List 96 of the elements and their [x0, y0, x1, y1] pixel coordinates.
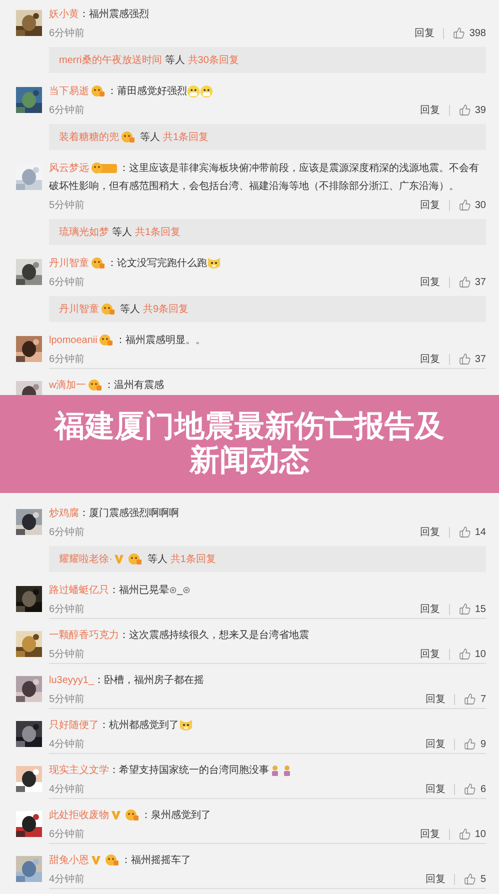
reply-user-link[interactable]: 耀耀啦老徐· [59, 552, 112, 566]
reply-link[interactable]: 回复 [420, 102, 440, 118]
reply-link[interactable]: 回复 [420, 646, 440, 662]
timestamp: 4分钟前 [49, 872, 85, 886]
username-link[interactable]: 炒鸡腐 [49, 508, 79, 519]
reply-link[interactable]: 回复 [425, 782, 446, 796]
like-count: 15 [474, 602, 486, 616]
comment-text: 路过蟠蜓亿只：福州已晃晕⊙_⊙ [49, 584, 192, 598]
timestamp: 6分钟前 [49, 104, 85, 118]
like-icon[interactable] [458, 199, 471, 211]
like-count: 9 [480, 738, 486, 752]
username-link[interactable]: 路过蟠蜓亿只 [49, 585, 109, 596]
reply-others-text: 等人 [112, 226, 132, 240]
username-link[interactable]: w滴加一 [49, 380, 86, 391]
reply-link[interactable]: 回复 [420, 352, 440, 366]
like-count: 398 [469, 26, 486, 40]
reply-count-link[interactable]: 共1条回复 [163, 130, 209, 144]
reply-count-link[interactable]: 共30条回复 [188, 52, 239, 68]
like-icon[interactable] [464, 738, 476, 750]
username-link[interactable]: 只好随便了 [49, 720, 99, 731]
banner-title: 福建厦门地震最新伤亡报告及新闻动态 [52, 410, 446, 478]
like-count: 39 [474, 104, 486, 118]
like-icon[interactable] [458, 603, 471, 615]
timestamp: 6分钟前 [49, 352, 85, 366]
comment-text: 此处拒收废物 ：泉州感觉到了 [49, 808, 212, 824]
like-icon[interactable] [453, 27, 466, 39]
timestamp: 5分钟前 [49, 692, 85, 706]
username-link[interactable]: 此处拒收废物 [49, 810, 109, 821]
like-icon[interactable] [458, 648, 471, 660]
comment-text: w滴加一 ：温州有震感 [49, 378, 166, 394]
like-count: 37 [474, 352, 486, 366]
reply-user-link[interactable]: merri桑的午夜放送时间 [59, 52, 162, 68]
timestamp: 4分钟前 [49, 738, 85, 752]
reply-others-text: 等人 [164, 54, 185, 68]
reply-link[interactable]: 回复 [425, 872, 446, 886]
reply-others-text: 等人 [120, 302, 140, 316]
like-count: 37 [474, 276, 486, 290]
like-icon[interactable] [458, 828, 471, 840]
comment-text: 丹川智童 ：论文没写完跑什么跑 [49, 255, 486, 273]
like-count: 6 [480, 782, 486, 796]
comment-text: 风云梦远 ：这里应该是菲律宾海板块俯冲带前段，应该是震源深度稍深的浅源地震。不会有破坏性影响，但有感范围稍大，会包括台湾、福建沿海等地（不排除部分浙江、广东沿海）。 [49, 161, 480, 194]
timestamp: 6分钟前 [49, 276, 85, 290]
like-count: 30 [474, 198, 486, 212]
reply-others-text: 等人 [140, 130, 160, 144]
reply-link[interactable]: 回复 [420, 524, 440, 540]
username-link[interactable]: 风云梦远 [49, 163, 89, 174]
like-count: 10 [474, 828, 486, 842]
comment-text: 炒鸡腐：厦门震感强烈啊啊啊 [49, 506, 180, 521]
reply-link[interactable]: 回复 [420, 602, 440, 616]
timestamp: 6分钟前 [49, 602, 85, 616]
comment-text: 妖小黄：福州震感强烈 [49, 8, 150, 22]
like-count: 10 [474, 648, 486, 662]
like-icon[interactable] [464, 693, 476, 705]
timestamp: 6分钟前 [49, 526, 85, 540]
comment-text: lu3eyyy1_：卧槽，福州房子都在摇 [49, 674, 206, 688]
reply-link[interactable]: 回复 [425, 692, 446, 706]
reply-link[interactable]: 回复 [420, 198, 440, 212]
timestamp: 4分钟前 [49, 782, 85, 796]
comment-text: 一颗醇香巧克力：这次震感持续很久，想来又是台湾省地震 [49, 628, 310, 643]
reply-user-link[interactable]: 丹川智童 [59, 302, 99, 316]
like-icon[interactable] [464, 873, 476, 885]
comment-text: 现实主义文学：希望支持国家统一的台湾同胞没事 [49, 762, 486, 780]
like-icon[interactable] [458, 526, 471, 538]
username-link[interactable]: lu3eyyy1_ [49, 675, 94, 686]
timestamp: 5分钟前 [49, 198, 85, 212]
like-count: 14 [474, 526, 486, 540]
reply-user-link[interactable]: 琉璃光如梦 [59, 224, 109, 240]
username-link[interactable]: 妖小黄 [49, 9, 79, 20]
like-count: 7 [480, 692, 486, 706]
like-icon[interactable] [458, 104, 471, 116]
timestamp: 5分钟前 [49, 648, 85, 662]
username-link[interactable]: 一颗醇香巧克力 [49, 630, 119, 641]
username-link[interactable]: 丹川智童 [49, 258, 89, 269]
reply-count-link[interactable]: 共1条回复 [135, 224, 181, 240]
username-link[interactable]: 现实主义文学 [49, 765, 109, 776]
reply-others-text: 等人 [147, 552, 168, 566]
reply-count-link[interactable]: 共9条回复 [143, 302, 189, 316]
comment-text: 当下易逝 ：莆田感觉好强烈 [49, 83, 486, 101]
username-link[interactable]: 甜兔小恩 [49, 855, 89, 866]
comment-text: 只好随便了：杭州都感觉到了 [49, 717, 486, 735]
reply-count-link[interactable]: 共1条回复 [170, 552, 216, 566]
reply-link[interactable]: 回复 [420, 274, 440, 290]
like-count: 5 [480, 872, 486, 886]
timestamp: 6分钟前 [49, 26, 85, 40]
reply-link[interactable]: 回复 [420, 826, 440, 842]
username-link[interactable]: 当下易逝 [49, 86, 89, 97]
like-icon[interactable] [464, 783, 476, 795]
reply-link[interactable]: 回复 [425, 736, 446, 752]
like-icon[interactable] [458, 353, 471, 365]
comment-text: 甜兔小恩 ：福州摇摇车了 [49, 853, 192, 868]
reply-user-link[interactable]: 装着糖糖的兜 [59, 130, 119, 144]
reply-link[interactable]: 回复 [414, 26, 434, 40]
timestamp: 6分钟前 [49, 828, 85, 842]
comment-text: lpomoeanii ：福州震感明显。。 [49, 333, 206, 348]
like-icon[interactable] [458, 276, 471, 288]
username-link[interactable]: lpomoeanii [49, 335, 98, 346]
